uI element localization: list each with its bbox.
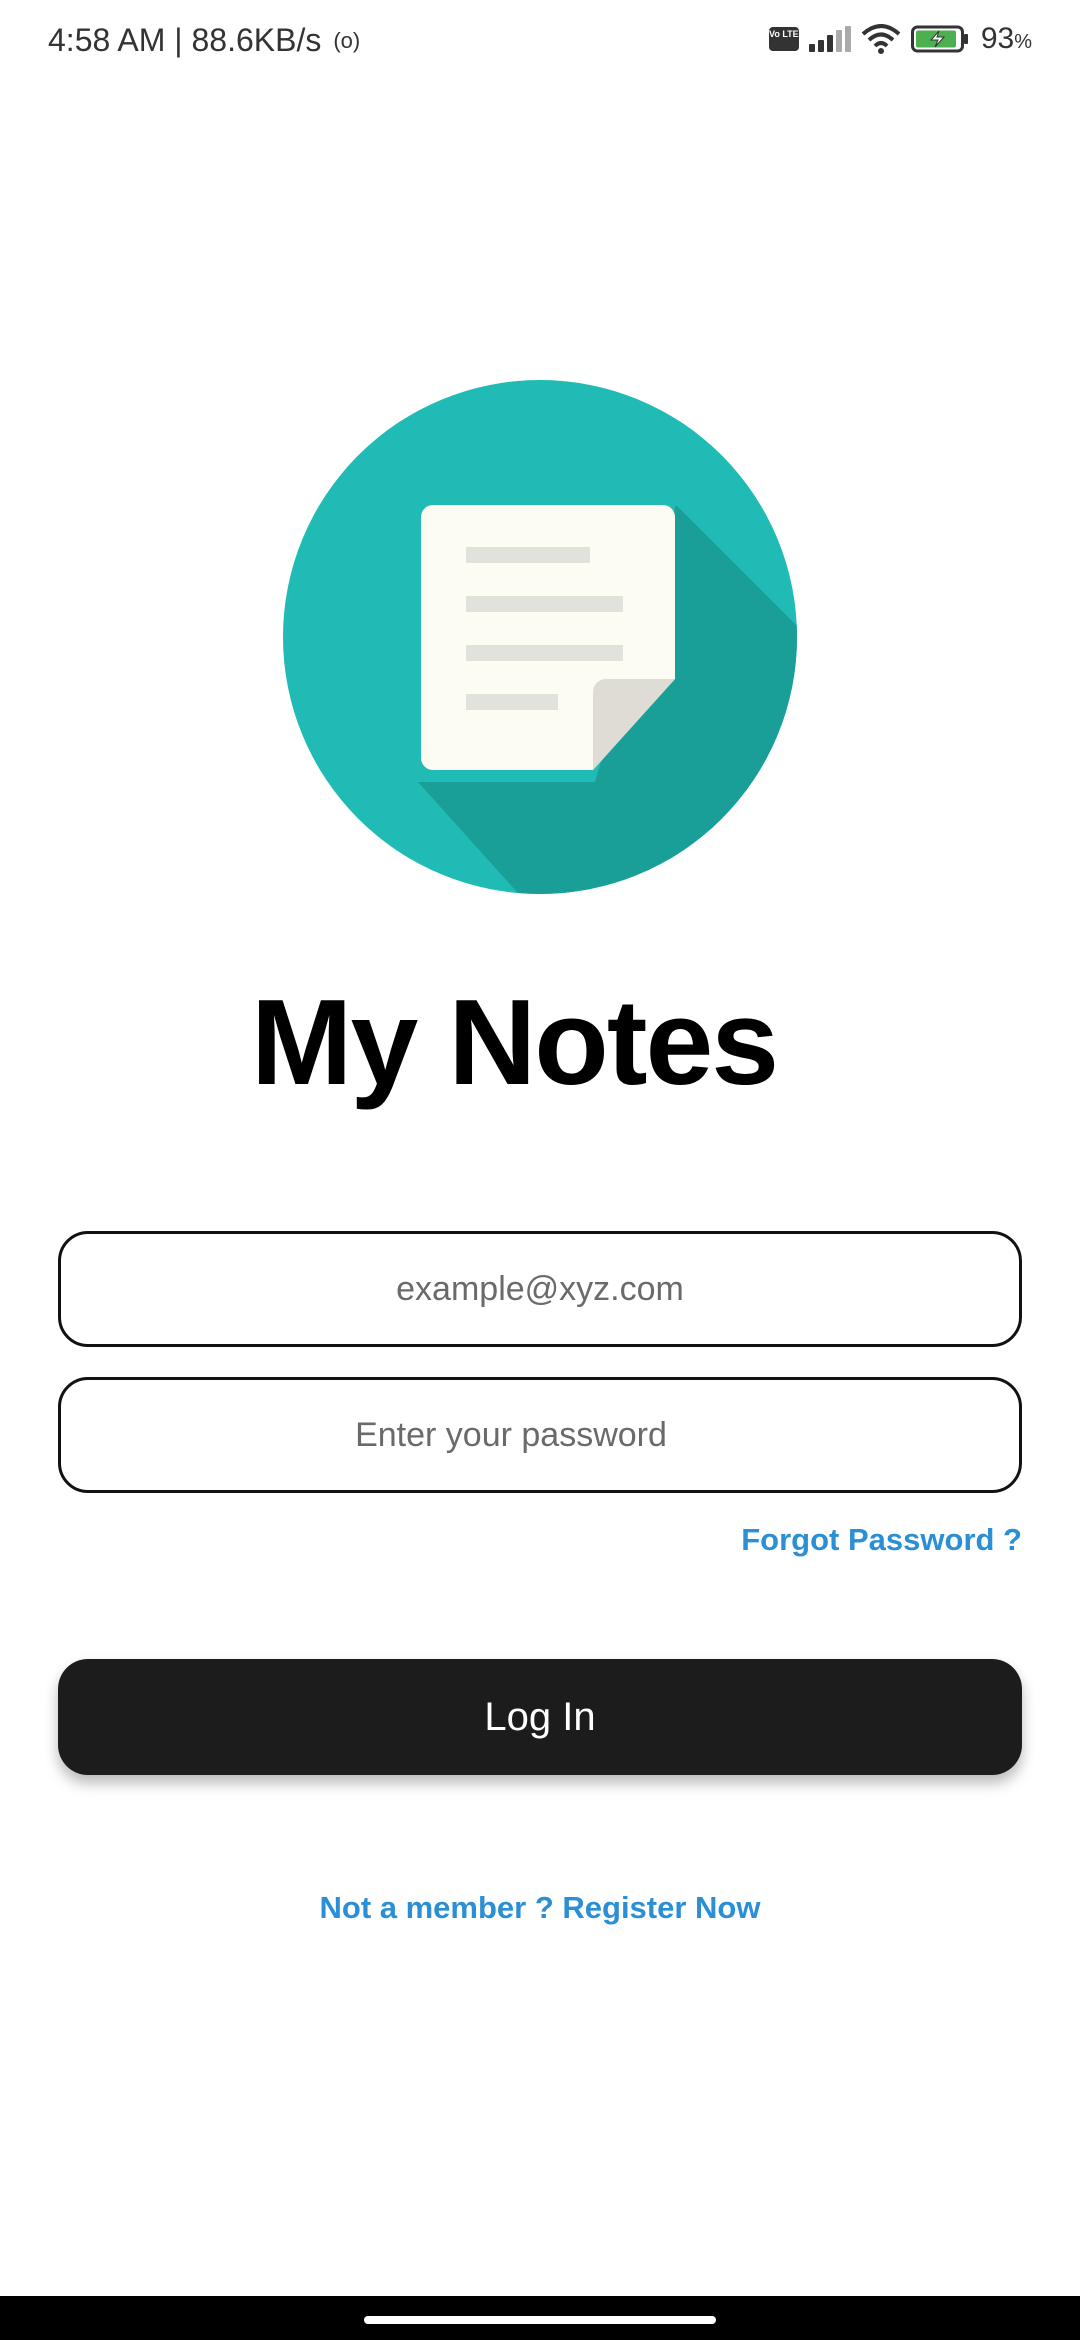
app-title: My Notes (250, 974, 779, 1110)
email-field-container[interactable] (58, 1231, 1022, 1347)
notes-icon (283, 380, 797, 894)
home-indicator[interactable] (364, 2316, 716, 2324)
navigation-bar (0, 2296, 1080, 2340)
login-button[interactable]: Log In (58, 1659, 1022, 1775)
status-left: 4:58 AM | 88.6KB/s (o) (48, 22, 360, 59)
status-time-speed: 4:58 AM | 88.6KB/s (48, 22, 322, 58)
register-link[interactable]: Not a member ? Register Now (0, 1890, 1080, 1926)
volte-icon: Vo LTE (768, 27, 799, 51)
password-field[interactable] (61, 1414, 1019, 1456)
battery-icon (910, 25, 968, 53)
hotspot-icon: (o) (333, 27, 361, 53)
password-field-container[interactable] (58, 1377, 1022, 1493)
forgot-password-link[interactable]: Forgot Password ? (741, 1522, 1022, 1558)
wifi-icon (861, 24, 901, 54)
battery-percent-value: 93 (980, 22, 1015, 55)
signal-icon (808, 26, 851, 52)
email-field[interactable] (61, 1268, 1019, 1310)
status-bar: 4:58 AM | 88.6KB/s (o) Vo LTE 93% (0, 0, 1080, 86)
battery-percent-unit: % (1014, 31, 1032, 53)
battery-percent: 93% (981, 22, 1032, 56)
status-right: Vo LTE 93% (768, 22, 1032, 56)
